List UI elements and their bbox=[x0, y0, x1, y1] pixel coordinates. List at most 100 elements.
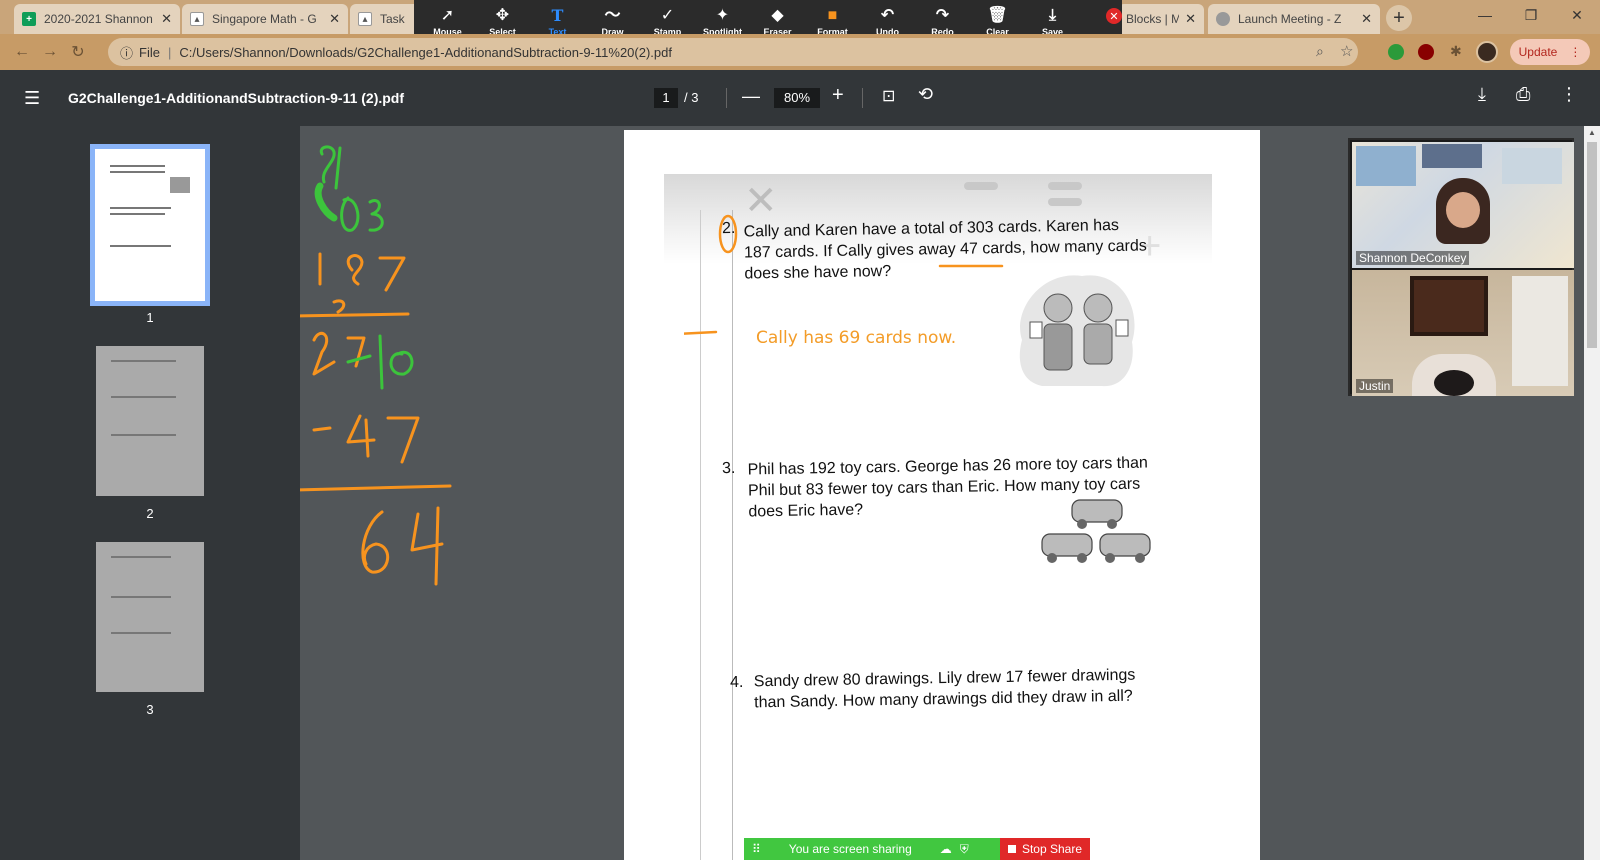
eraser-icon: ◆ bbox=[771, 6, 784, 24]
ink-stroke bbox=[410, 506, 444, 586]
stop-share-label: Stop Share bbox=[1021, 842, 1083, 856]
ink-circle bbox=[718, 214, 738, 254]
color-swatch-icon: ■ bbox=[827, 6, 838, 24]
bookmark-star-icon[interactable]: ☆ bbox=[1340, 42, 1353, 60]
scrollbar[interactable]: ▲ bbox=[1584, 126, 1600, 860]
kids-illustration bbox=[1019, 275, 1135, 387]
zoom-level-input[interactable]: 80% bbox=[774, 88, 820, 108]
zoom-magnifier-icon[interactable]: ⌕ bbox=[1316, 43, 1324, 60]
page-thumbnail-3[interactable] bbox=[96, 542, 204, 692]
thumbnail-label: 3 bbox=[146, 702, 154, 717]
ink-stroke bbox=[312, 331, 336, 376]
scroll-up-icon[interactable]: ▲ bbox=[1588, 128, 1596, 137]
wall-poster bbox=[1422, 144, 1482, 168]
minimize-button[interactable]: — bbox=[1462, 0, 1508, 30]
url-omnibox[interactable]: ⓘ File | C:/Users/Shannon/Downloads/G2Ch… bbox=[108, 38, 1358, 66]
ublock-icon[interactable] bbox=[1418, 44, 1434, 60]
close-annotation-icon[interactable]: ✕ bbox=[1106, 8, 1122, 24]
update-button[interactable]: Update ⋮ bbox=[1510, 39, 1590, 65]
person-face bbox=[1446, 192, 1480, 228]
sharing-label: You are screen sharing bbox=[788, 842, 912, 856]
ink-dash bbox=[684, 330, 718, 335]
person-icon: ▴ bbox=[190, 12, 204, 26]
ink-stroke bbox=[340, 196, 360, 232]
stop-icon bbox=[1007, 845, 1016, 853]
kid-body bbox=[1083, 323, 1113, 365]
thumb-line bbox=[110, 207, 171, 209]
tab-singapore-math[interactable]: ▴ Singapore Math - G ✕ bbox=[182, 4, 348, 34]
wall-poster bbox=[1502, 148, 1562, 184]
question-3: 3. bbox=[722, 458, 736, 479]
zoom-in-icon[interactable]: + bbox=[832, 84, 844, 107]
thumb-line bbox=[111, 434, 176, 436]
minus-symbol bbox=[964, 182, 998, 190]
close-tab-icon[interactable]: ✕ bbox=[1361, 11, 1372, 27]
answer-text[interactable]: Cally has 69 cards now. bbox=[756, 328, 956, 348]
page-total: / 3 bbox=[684, 90, 699, 105]
tab-title: Task bbox=[380, 12, 405, 26]
car bbox=[1071, 499, 1123, 523]
ink-stroke bbox=[368, 199, 384, 232]
print-icon[interactable]: ⎙ bbox=[1516, 84, 1530, 105]
tab-task[interactable]: ▴ Task bbox=[350, 4, 420, 34]
spotlight-icon: ✦ bbox=[715, 6, 730, 24]
download-icon[interactable]: ⤓ bbox=[1478, 84, 1486, 105]
reload-icon[interactable]: ↻ bbox=[64, 42, 92, 62]
separator: | bbox=[167, 44, 172, 60]
hamburger-menu-icon[interactable]: ☰ bbox=[24, 88, 40, 109]
scheme-label: File bbox=[139, 44, 160, 60]
undo-icon: ↶ bbox=[880, 6, 895, 24]
thumbnail-sidebar: 1 2 3 bbox=[0, 126, 300, 860]
globe-icon bbox=[1216, 12, 1230, 26]
tab-launch-meeting[interactable]: Launch Meeting - Z ✕ bbox=[1208, 4, 1380, 34]
ink-stroke bbox=[334, 146, 342, 190]
new-tab-button[interactable]: + bbox=[1386, 5, 1412, 31]
restore-button[interactable]: ❐ bbox=[1508, 0, 1554, 30]
thumb-line bbox=[111, 360, 176, 362]
wheel bbox=[1105, 553, 1115, 563]
drag-handle-icon[interactable]: ⠿ bbox=[752, 842, 761, 856]
thumb-line bbox=[111, 396, 176, 398]
fit-page-icon[interactable]: ⊡ bbox=[882, 86, 895, 106]
forward-icon[interactable]: → bbox=[36, 43, 64, 61]
video-panel[interactable]: Shannon DeConkey Justin bbox=[1348, 138, 1574, 396]
ink-stroke bbox=[319, 145, 336, 184]
video-tile-shannon[interactable]: Shannon DeConkey bbox=[1352, 142, 1574, 268]
info-icon[interactable]: ⓘ bbox=[120, 43, 133, 62]
screen-share-bar: ⠿ You are screen sharing ☁ ⛨ Stop Share bbox=[744, 838, 1090, 860]
puzzle-extensions-icon[interactable]: ✱ bbox=[1450, 43, 1462, 60]
toy-cars-illustration bbox=[1041, 499, 1151, 563]
extension-icon[interactable] bbox=[1388, 44, 1404, 60]
ink-stroke bbox=[346, 414, 376, 458]
page-number-input[interactable]: 1 bbox=[654, 88, 678, 108]
zoom-out-icon[interactable]: — bbox=[742, 86, 760, 107]
page-thumbnail-2[interactable] bbox=[96, 346, 204, 496]
profile-avatar[interactable] bbox=[1476, 41, 1498, 63]
ink-stroke bbox=[378, 334, 384, 390]
page-thumbnail-1[interactable] bbox=[90, 144, 210, 306]
video-tile-justin[interactable]: Justin bbox=[1352, 270, 1574, 396]
more-options-icon[interactable]: ⋮ bbox=[1560, 84, 1578, 105]
move-icon: ✥ bbox=[495, 6, 510, 24]
person-head bbox=[1434, 370, 1474, 396]
tab-blocks[interactable]: Blocks | M ✕ bbox=[1118, 4, 1204, 34]
pdf-toolbar: ☰ G2Challenge1-AdditionandSubtraction-9-… bbox=[0, 70, 1600, 126]
thumb-line bbox=[111, 596, 171, 598]
sharing-status[interactable]: ⠿ You are screen sharing ☁ ⛨ bbox=[744, 838, 1000, 860]
close-tab-icon[interactable]: ✕ bbox=[1185, 11, 1196, 27]
scroll-thumb[interactable] bbox=[1587, 142, 1597, 348]
close-tab-icon[interactable]: ✕ bbox=[329, 11, 340, 27]
rotate-icon[interactable]: ⟲ bbox=[918, 84, 933, 105]
tab-schedule[interactable]: + 2020-2021 Shannon ✕ bbox=[14, 4, 180, 34]
close-tab-icon[interactable]: ✕ bbox=[161, 11, 172, 27]
wall-frame bbox=[1410, 276, 1488, 336]
back-icon[interactable]: ← bbox=[8, 43, 36, 61]
stop-share-button[interactable]: Stop Share bbox=[1000, 838, 1090, 860]
text-icon: T bbox=[551, 5, 564, 25]
kid-body bbox=[1043, 323, 1073, 371]
ink-stroke bbox=[314, 182, 338, 222]
close-window-button[interactable]: ✕ bbox=[1554, 0, 1600, 30]
thumb-line bbox=[110, 165, 166, 167]
sheets-icon: + bbox=[22, 12, 36, 26]
equals-symbol bbox=[1048, 198, 1082, 206]
